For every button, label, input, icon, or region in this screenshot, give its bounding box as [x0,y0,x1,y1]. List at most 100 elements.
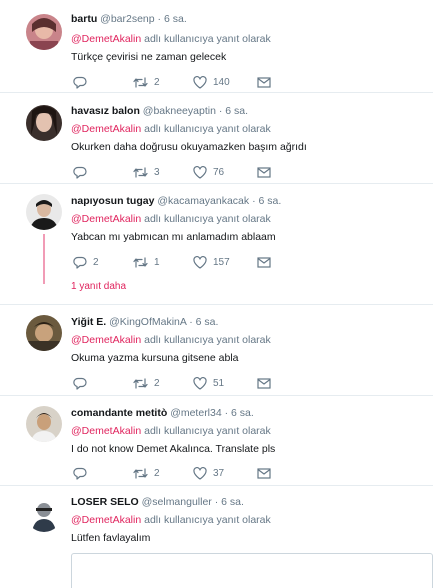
avatar[interactable] [26,496,62,532]
retweet-icon [133,76,148,88]
display-name[interactable]: napıyosun tugay [71,195,154,207]
tweet-text: Lütfen favlayalım [71,532,151,544]
direct-message-button[interactable] [257,75,271,89]
separator-dot: · [252,195,256,207]
reply-button[interactable] [73,75,93,89]
envelope-icon [257,76,271,88]
tweet-text: Okurken daha doğrusu okuyamazken başım a… [71,141,307,153]
heart-icon [193,255,207,269]
timestamp[interactable]: 6 sa. [231,407,254,419]
timestamp[interactable]: 6 sa. [225,105,248,117]
reply-context: adlı kullanıcıya yanıt olarak [144,514,271,526]
tweet-actions: 2 140 [71,75,291,89]
reply-icon [73,467,87,480]
retweet-button[interactable]: 2 [133,466,160,480]
tweet-text: Yabcan mı yabmıcan mı anlamadım ablaam [71,231,276,243]
reply-context: adlı kullanıcıya yanıt olarak [144,123,271,135]
reply-feed: bartu @bar2senp · 6 sa. @DemetAkalin adl… [0,0,433,588]
reply-mention[interactable]: @DemetAkalin [71,123,141,135]
user-handle[interactable]: @meterl34 [170,407,222,419]
retweet-count: 1 [154,256,160,268]
reply-icon [73,76,87,89]
tweet[interactable]: comandante metitò @meterl34 · 6 sa. @Dem… [0,396,433,486]
avatar[interactable] [26,14,62,50]
separator-dot: · [189,316,193,328]
reply-composer[interactable] [71,553,433,588]
display-name[interactable]: Yiğit E. [71,316,106,328]
user-handle[interactable]: @KingOfMakinA [109,316,186,328]
separator-dot: · [218,105,223,117]
retweet-count: 3 [154,166,160,178]
direct-message-button[interactable] [257,165,271,179]
envelope-icon [257,377,271,389]
reply-mention[interactable]: @DemetAkalin [71,425,141,437]
reply-context: adlı kullanıcıya yanıt olarak [144,33,271,45]
retweet-count: 2 [154,467,160,479]
display-name[interactable]: comandante metitò [71,407,167,419]
tweet-text: I do not know Demet Akalınca. Translate … [71,443,276,455]
direct-message-button[interactable] [257,255,271,269]
reply-mention[interactable]: @DemetAkalin [71,334,141,346]
retweet-button[interactable]: 2 [133,75,160,89]
like-count: 51 [213,377,225,389]
direct-message-button[interactable] [257,376,271,390]
like-button[interactable]: 76 [193,165,224,179]
separator-dot: · [214,496,219,508]
user-handle[interactable]: @bar2senp [100,13,154,25]
tweet-text: Okuma yazma kursuna gitsene abla [71,352,239,364]
thread-connector [43,234,45,284]
avatar[interactable] [26,315,62,351]
tweet[interactable]: napıyosun tugay @kacamayankacak · 6 sa. … [0,184,433,305]
tweet[interactable]: havasız balon @bakneeyaptin · 6 sa. @Dem… [0,93,433,184]
tweet-actions: 2 51 [71,376,291,390]
tweet[interactable]: Yiğit E. @KingOfMakinA · 6 sa. @DemetAka… [0,305,433,396]
avatar[interactable] [26,105,62,141]
tweet[interactable]: bartu @bar2senp · 6 sa. @DemetAkalin adl… [0,0,433,93]
reply-mention[interactable]: @DemetAkalin [71,213,141,225]
envelope-icon [257,166,271,178]
retweet-button[interactable]: 3 [133,165,160,179]
reply-button[interactable] [73,466,93,480]
timestamp[interactable]: 6 sa. [164,13,187,25]
retweet-button[interactable]: 1 [133,255,160,269]
like-button[interactable]: 140 [193,75,230,89]
avatar[interactable] [26,194,62,230]
timestamp[interactable]: 6 sa. [259,195,282,207]
heart-icon [193,376,207,390]
user-handle[interactable]: @bakneeyaptin [143,105,216,117]
reply-button[interactable]: 2 [73,255,99,269]
separator-dot: · [224,407,229,419]
reply-button[interactable] [73,376,93,390]
like-button[interactable]: 157 [193,255,230,269]
display-name[interactable]: havasız balon [71,105,140,117]
reply-context: adlı kullanıcıya yanıt olarak [144,425,271,437]
more-replies-link[interactable]: 1 yanıt daha [71,281,126,292]
direct-message-button[interactable] [257,466,271,480]
envelope-icon [257,256,271,268]
tweet-actions: 3 76 [71,165,291,179]
reply-button[interactable] [73,165,93,179]
timestamp[interactable]: 6 sa. [196,316,219,328]
retweet-icon [133,166,148,178]
user-handle[interactable]: @selmanguller [142,496,212,508]
retweet-count: 2 [154,76,160,88]
like-button[interactable]: 37 [193,466,224,480]
tweet-actions: 2 1 157 [71,255,291,269]
like-count: 37 [213,467,225,479]
avatar[interactable] [26,406,62,442]
heart-icon [193,165,207,179]
like-button[interactable]: 51 [193,376,224,390]
display-name[interactable]: bartu [71,13,97,25]
reply-mention[interactable]: @DemetAkalin [71,514,141,526]
user-handle[interactable]: @kacamayankacak [157,195,249,207]
reply-mention[interactable]: @DemetAkalin [71,33,141,45]
like-count: 76 [213,166,225,178]
reply-count: 2 [93,256,99,268]
separator-dot: · [157,13,162,25]
display-name[interactable]: LOSER SELO [71,496,139,508]
reply-context: adlı kullanıcıya yanıt olarak [144,334,271,346]
reply-context: adlı kullanıcıya yanıt olarak [144,213,271,225]
retweet-button[interactable]: 2 [133,376,160,390]
reply-icon [73,377,87,390]
timestamp[interactable]: 6 sa. [221,496,244,508]
